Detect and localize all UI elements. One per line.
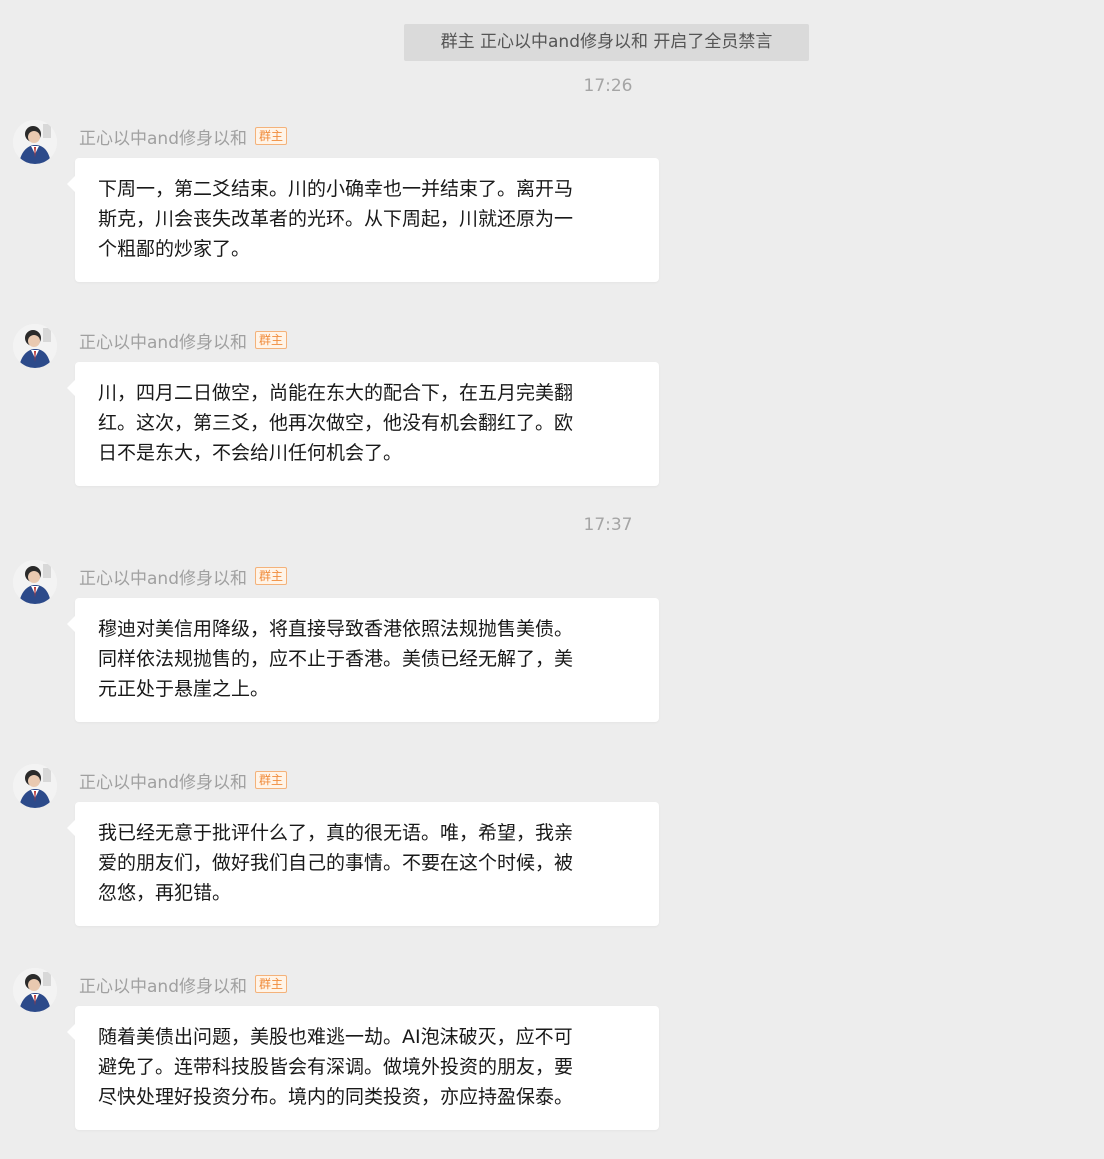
message-line: 红。这次，第三爻，他再次做空，他没有机会翻红了。欧 bbox=[98, 412, 574, 434]
message-line: 穆迪对美信用降级，将直接导致香港依照法规抛售美债。 bbox=[98, 618, 574, 640]
message-line: 避免了。连带科技股皆会有深调。做境外投资的朋友，要 bbox=[98, 1056, 574, 1078]
message-line: 斯克，川会丧失改革者的光环。从下周起，川就还原为一 bbox=[98, 208, 574, 230]
timestamp: 17:37 bbox=[583, 515, 633, 535]
message-line: 个粗鄙的炒家了。 bbox=[98, 238, 251, 260]
sender-row: 正心以中and修身以和 群主 bbox=[79, 972, 287, 997]
message-line: 忽悠，再犯错。 bbox=[98, 882, 232, 904]
sender-name[interactable]: 正心以中and修身以和 bbox=[79, 124, 247, 149]
message-line: 日不是东大，不会给川任何机会了。 bbox=[98, 442, 403, 464]
message-line: 同样依法规抛售的，应不止于香港。美债已经无解了，美 bbox=[98, 648, 574, 670]
avatar-icon[interactable] bbox=[13, 560, 57, 604]
timestamp: 17:26 bbox=[583, 76, 633, 96]
sender-row: 正心以中and修身以和 群主 bbox=[79, 124, 287, 149]
group-owner-badge: 群主 bbox=[254, 567, 287, 585]
message-line: 下周一，第二爻结束。川的小确幸也一并结束了。离开马 bbox=[98, 178, 574, 200]
group-owner-badge: 群主 bbox=[254, 127, 287, 145]
message-bubble[interactable]: 随着美债出问题，美股也难逃一劫。AI泡沫破灭，应不可 避免了。连带科技股皆会有深… bbox=[67, 1006, 659, 1130]
message-bubble[interactable]: 下周一，第二爻结束。川的小确幸也一并结束了。离开马 斯克，川会丧失改革者的光环。… bbox=[67, 158, 659, 282]
message-line: 爱的朋友们，做好我们自己的事情。不要在这个时候，被 bbox=[98, 852, 574, 874]
message-bubble[interactable]: 川，四月二日做空，尚能在东大的配合下，在五月完美翻 红。这次，第三爻，他再次做空… bbox=[67, 362, 659, 486]
avatar-icon[interactable] bbox=[13, 968, 57, 1012]
message-bubble[interactable]: 穆迪对美信用降级，将直接导致香港依照法规抛售美债。 同样依法规抛售的，应不止于香… bbox=[67, 598, 659, 722]
sender-name[interactable]: 正心以中and修身以和 bbox=[79, 768, 247, 793]
group-owner-badge: 群主 bbox=[254, 975, 287, 993]
sender-name[interactable]: 正心以中and修身以和 bbox=[79, 564, 247, 589]
message-line: 随着美债出问题，美股也难逃一劫。AI泡沫破灭，应不可 bbox=[98, 1026, 573, 1048]
sender-name[interactable]: 正心以中and修身以和 bbox=[79, 328, 247, 353]
sender-row: 正心以中and修身以和 群主 bbox=[79, 564, 287, 589]
system-notice: 群主 正心以中and修身以和 开启了全员禁言 bbox=[404, 24, 809, 61]
group-owner-badge: 群主 bbox=[254, 771, 287, 789]
message-line: 尽快处理好投资分布。境内的同类投资，亦应持盈保泰。 bbox=[98, 1086, 574, 1108]
sender-row: 正心以中and修身以和 群主 bbox=[79, 768, 287, 793]
message-line: 我已经无意于批评什么了，真的很无语。唯，希望，我亲 bbox=[98, 822, 574, 844]
avatar-icon[interactable] bbox=[13, 324, 57, 368]
avatar-icon[interactable] bbox=[13, 764, 57, 808]
sender-name[interactable]: 正心以中and修身以和 bbox=[79, 972, 247, 997]
message-line: 川，四月二日做空，尚能在东大的配合下，在五月完美翻 bbox=[98, 382, 574, 404]
group-owner-badge: 群主 bbox=[254, 331, 287, 349]
message-line: 元正处于悬崖之上。 bbox=[98, 678, 270, 700]
chat-window: 群主 正心以中and修身以和 开启了全员禁言 17:26 正心以中and修身以和… bbox=[0, 0, 1104, 1159]
avatar-icon[interactable] bbox=[13, 120, 57, 164]
message-bubble[interactable]: 我已经无意于批评什么了，真的很无语。唯，希望，我亲 爱的朋友们，做好我们自己的事… bbox=[67, 802, 659, 926]
sender-row: 正心以中and修身以和 群主 bbox=[79, 328, 287, 353]
